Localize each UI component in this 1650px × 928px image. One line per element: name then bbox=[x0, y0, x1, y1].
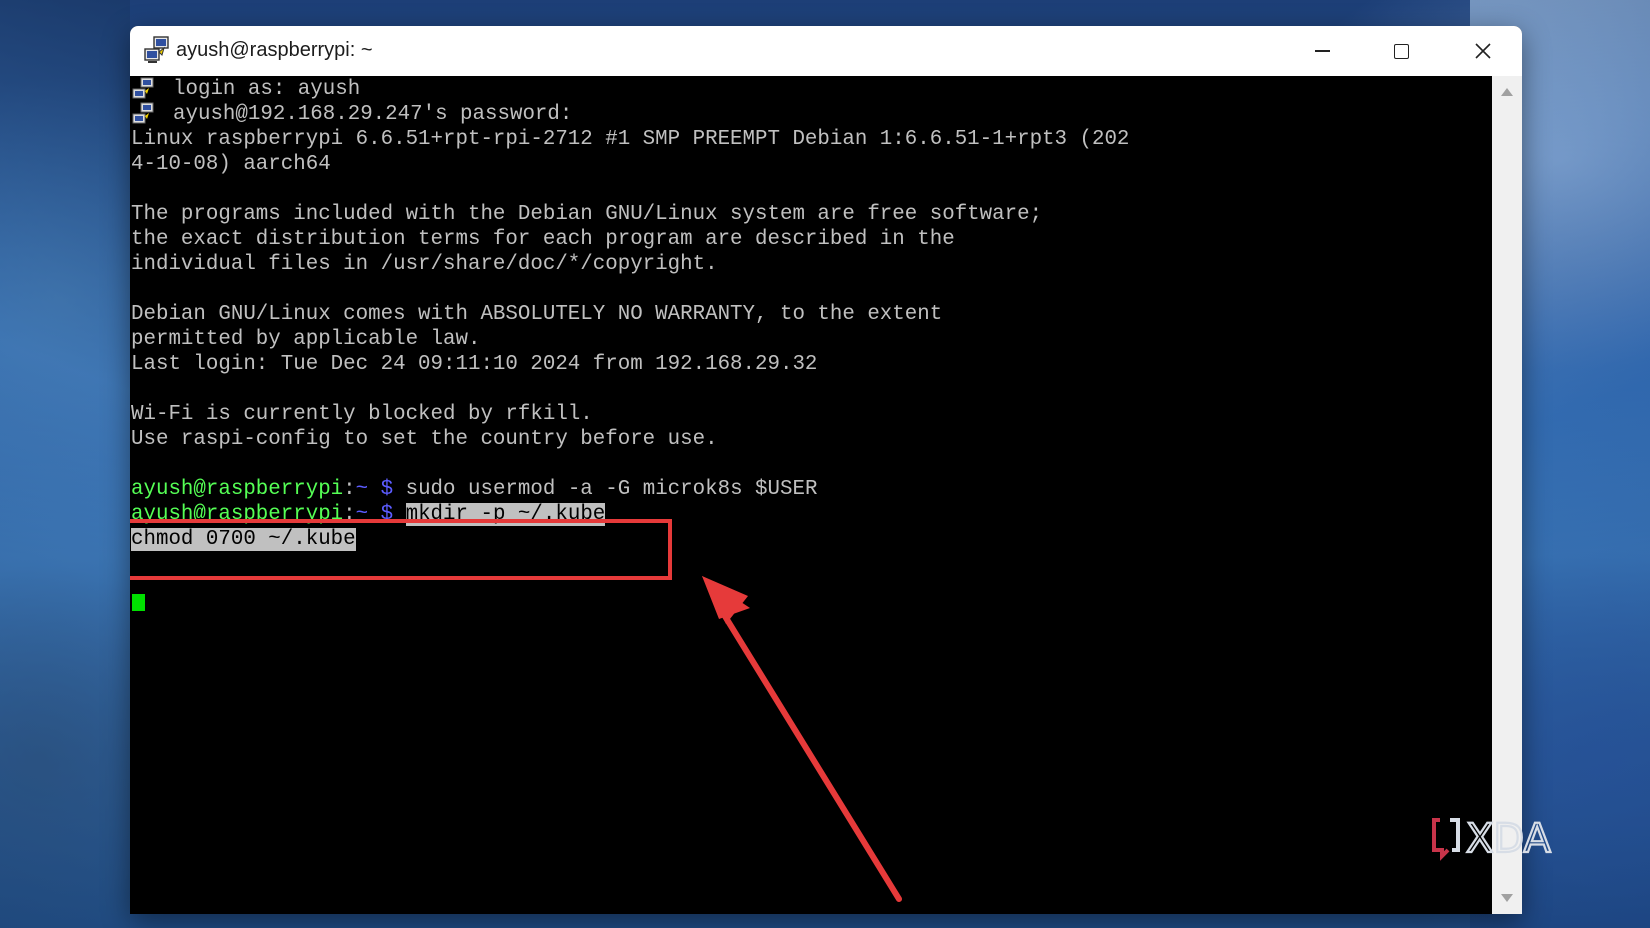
terminal-line: the exact distribution terms for each pr… bbox=[131, 228, 955, 251]
terminal-line: Linux raspberrypi 6.6.51+rpt-rpi-2712 #1… bbox=[131, 128, 1130, 151]
maximize-icon bbox=[1393, 43, 1409, 59]
putty-icon bbox=[132, 77, 154, 99]
xda-watermark: XDA bbox=[1432, 812, 1592, 863]
terminal-line: 4-10-08) aarch64 bbox=[131, 153, 331, 176]
putty-icon bbox=[132, 102, 154, 124]
xda-logo-icon: XDA bbox=[1432, 815, 1553, 863]
wallpaper-left bbox=[0, 0, 130, 928]
minimize-icon bbox=[1314, 50, 1330, 52]
prompt-path: ~ $ bbox=[355, 478, 394, 501]
title-bar[interactable]: ayush@raspberrypi: ~ bbox=[130, 26, 1522, 76]
window-title: ayush@raspberrypi: ~ bbox=[176, 39, 373, 61]
terminal-line: permitted by applicable law. bbox=[131, 328, 481, 351]
previous-command: sudo usermod -a -G microk8s $USER bbox=[393, 478, 818, 501]
close-button[interactable] bbox=[1448, 26, 1518, 76]
previous-command-line: ayush@raspberrypi:~ $ sudo usermod -a -G… bbox=[131, 477, 817, 502]
terminal-line: Last login: Tue Dec 24 09:11:10 2024 fro… bbox=[131, 353, 818, 376]
terminal-line: individual files in /usr/share/doc/*/cop… bbox=[131, 253, 718, 276]
prompt-colon: : bbox=[343, 478, 356, 501]
terminal-line: login as: ayush bbox=[173, 78, 361, 101]
terminal-cursor bbox=[132, 594, 145, 611]
terminal-line: ayush@192.168.29.247's password: bbox=[173, 103, 573, 126]
prompt-user: ayush@raspberrypi bbox=[131, 478, 344, 501]
annotation-highlight-box bbox=[130, 519, 672, 580]
putty-window: ayush@raspberrypi: ~ login as: ayush ayu… bbox=[130, 26, 1522, 914]
scroll-up-icon[interactable] bbox=[1501, 88, 1513, 96]
terminal-line: Use raspi-config to set the country befo… bbox=[131, 428, 718, 451]
minimize-button[interactable] bbox=[1287, 26, 1357, 76]
scroll-down-icon[interactable] bbox=[1501, 894, 1513, 902]
vertical-scrollbar[interactable] bbox=[1492, 76, 1522, 914]
putty-icon bbox=[144, 36, 169, 63]
close-icon bbox=[1475, 43, 1491, 59]
terminal-line: Debian GNU/Linux comes with ABSOLUTELY N… bbox=[131, 303, 943, 326]
terminal-line: The programs included with the Debian GN… bbox=[131, 203, 1043, 226]
maximize-button[interactable] bbox=[1366, 26, 1436, 76]
terminal-line: Wi-Fi is currently blocked by rfkill. bbox=[131, 403, 593, 426]
xda-logo-text: XDA bbox=[1466, 816, 1552, 862]
terminal-area[interactable]: login as: ayush ayush@192.168.29.247's p… bbox=[130, 76, 1492, 914]
